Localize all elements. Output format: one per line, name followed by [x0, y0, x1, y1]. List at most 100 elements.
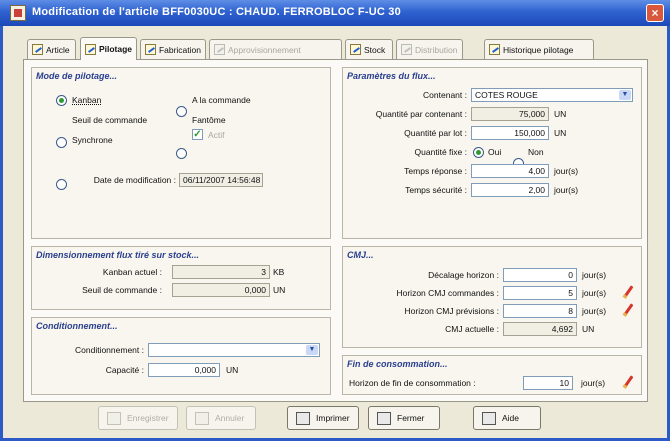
conditionnement-group: Conditionnement... Conditionnement : ▼ C…	[31, 317, 331, 395]
cmj-group: CMJ... Décalage horizon : 0 jour(s) Hori…	[342, 246, 642, 348]
kanban-actuel-label: Kanban actuel :	[102, 267, 162, 277]
quantite-fixe-oui-radio[interactable]	[473, 147, 484, 158]
close-button[interactable]: ×	[646, 4, 664, 22]
save-icon	[107, 411, 121, 425]
chevron-down-icon: ▼	[306, 345, 318, 355]
app-icon	[10, 5, 26, 21]
a-la-commande-radio[interactable]	[176, 106, 187, 117]
exit-icon	[377, 411, 391, 425]
decalage-horizon-field[interactable]: 0	[503, 268, 577, 282]
group-title: Fin de consommation...	[347, 359, 448, 369]
mode-pilotage-group: Mode de pilotage... Kanban A la commande…	[31, 67, 331, 239]
non-label: Non	[528, 147, 544, 157]
temps-reponse-label: Temps réponse :	[404, 166, 467, 176]
quantite-lot-label: Quantité par lot :	[404, 128, 467, 138]
conditionnement-label: Conditionnement :	[75, 345, 144, 355]
kanban-actuel-field: 3	[172, 265, 270, 279]
horizon-fin-consommation-unit: jour(s)	[581, 378, 606, 388]
kanban-unit: KB	[273, 267, 285, 277]
actif-label: Actif	[208, 130, 225, 140]
oui-label: Oui	[488, 147, 502, 157]
horizon-cmj-previsions-label: Horizon CMJ prévisions :	[404, 306, 499, 316]
chevron-down-icon: ▼	[619, 90, 631, 100]
edit-icon	[85, 43, 96, 55]
tab-approvisionnement[interactable]: Approvisionnement	[209, 39, 342, 59]
temps-securite-label: Temps sécurité :	[405, 185, 467, 195]
quantite-lot-unit: UN	[554, 128, 567, 138]
decalage-horizon-label: Décalage horizon :	[428, 270, 499, 280]
edit-icon	[32, 44, 43, 55]
horizon-cmj-commandes-label: Horizon CMJ commandes :	[396, 288, 499, 298]
window-title: Modification de l'article BFF0030UC : CH…	[32, 6, 401, 18]
cmj-actuelle-label: CMJ actuelle :	[445, 324, 499, 334]
quantite-contenant-unit: UN	[554, 109, 567, 119]
temps-securite-unit: jour(s)	[554, 185, 579, 195]
a-la-commande-label: A la commande	[192, 95, 251, 105]
capacite-label: Capacité :	[105, 365, 144, 375]
pencil-icon[interactable]	[621, 375, 635, 389]
horizon-cmj-previsions-field[interactable]: 8	[503, 304, 577, 318]
date-modification-label: Date de modification :	[93, 175, 176, 185]
date-modification-field: 06/11/2007 14:56:48	[179, 173, 263, 187]
quantite-lot-field[interactable]: 150,000	[471, 126, 549, 140]
aide-button[interactable]: Aide	[473, 406, 541, 430]
seuil-unit: UN	[273, 285, 286, 295]
seuil-commande-field-label: Seuil de commande :	[82, 285, 162, 295]
capacite-field[interactable]: 0,000	[148, 363, 220, 377]
cmj-actuelle-field: 4,692	[503, 322, 577, 336]
group-title: Paramètres du flux...	[347, 71, 436, 81]
tab-pilotage[interactable]: Pilotage	[80, 37, 137, 60]
dimensionnement-group: Dimensionnement flux tiré sur stock... K…	[31, 246, 331, 310]
decalage-horizon-unit: jour(s)	[582, 270, 607, 280]
pencil-icon[interactable]	[621, 303, 635, 317]
horizon-fin-consommation-field[interactable]: 10	[523, 376, 573, 390]
fin-consommation-group: Fin de consommation... Horizon de fin de…	[342, 355, 642, 395]
horizon-cmj-previsions-unit: jour(s)	[582, 306, 607, 316]
cmj-actuelle-unit: UN	[582, 324, 595, 334]
enregistrer-button[interactable]: Enregistrer	[98, 406, 178, 430]
undo-icon	[195, 411, 209, 425]
quantite-contenant-field: 75,000	[471, 107, 549, 121]
group-title: CMJ...	[347, 250, 374, 260]
edit-icon	[350, 44, 361, 55]
tab-distribution[interactable]: Distribution	[396, 39, 463, 59]
horizon-fin-consommation-label: Horizon de fin de consommation :	[349, 378, 476, 388]
pencil-icon[interactable]	[621, 285, 635, 299]
contenant-label: Contenant :	[423, 90, 467, 100]
horizon-cmj-commandes-unit: jour(s)	[582, 288, 607, 298]
edit-icon	[489, 44, 500, 55]
quantite-contenant-label: Quantité par contenant :	[375, 109, 467, 119]
tab-fabrication[interactable]: Fabrication	[140, 39, 206, 59]
capacite-unit: UN	[226, 365, 239, 375]
tab-panel-pilotage: Mode de pilotage... Kanban A la commande…	[23, 59, 648, 402]
horizon-cmj-commandes-field[interactable]: 5	[503, 286, 577, 300]
imprimer-button[interactable]: Imprimer	[287, 406, 359, 430]
annuler-button[interactable]: Annuler	[186, 406, 256, 430]
group-title: Conditionnement...	[36, 321, 118, 331]
contenant-select[interactable]: COTES ROUGE ▼	[471, 88, 633, 102]
seuil-commande-field: 0,000	[172, 283, 270, 297]
kanban-radio[interactable]	[56, 95, 67, 106]
tab-stock[interactable]: Stock	[345, 39, 393, 59]
quantite-fixe-label: Quantité fixe :	[414, 147, 467, 157]
group-title: Mode de pilotage...	[36, 71, 118, 81]
fantome-radio[interactable]	[176, 148, 187, 159]
temps-securite-field[interactable]: 2,00	[471, 183, 549, 197]
actif-checkbox[interactable]: ✓	[192, 129, 203, 140]
help-icon	[482, 411, 496, 425]
printer-icon	[296, 411, 310, 425]
edit-icon	[145, 44, 156, 55]
kanban-label: Kanban	[72, 95, 102, 105]
edit-icon	[214, 44, 225, 55]
group-title: Dimensionnement flux tiré sur stock...	[36, 250, 200, 260]
conditionnement-select[interactable]: ▼	[148, 343, 320, 357]
parametres-flux-group: Paramètres du flux... Contenant : COTES …	[342, 67, 642, 239]
temps-reponse-field[interactable]: 4,00	[471, 164, 549, 178]
synchrone-label: Synchrone	[72, 135, 113, 145]
tab-historique-pilotage[interactable]: Historique pilotage	[484, 39, 594, 59]
fermer-button[interactable]: Fermer	[368, 406, 440, 430]
tab-article[interactable]: Article	[27, 39, 76, 59]
edit-icon	[401, 44, 412, 55]
seuil-commande-label: Seuil de commande	[72, 115, 148, 125]
seuil-commande-radio[interactable]	[56, 137, 67, 148]
